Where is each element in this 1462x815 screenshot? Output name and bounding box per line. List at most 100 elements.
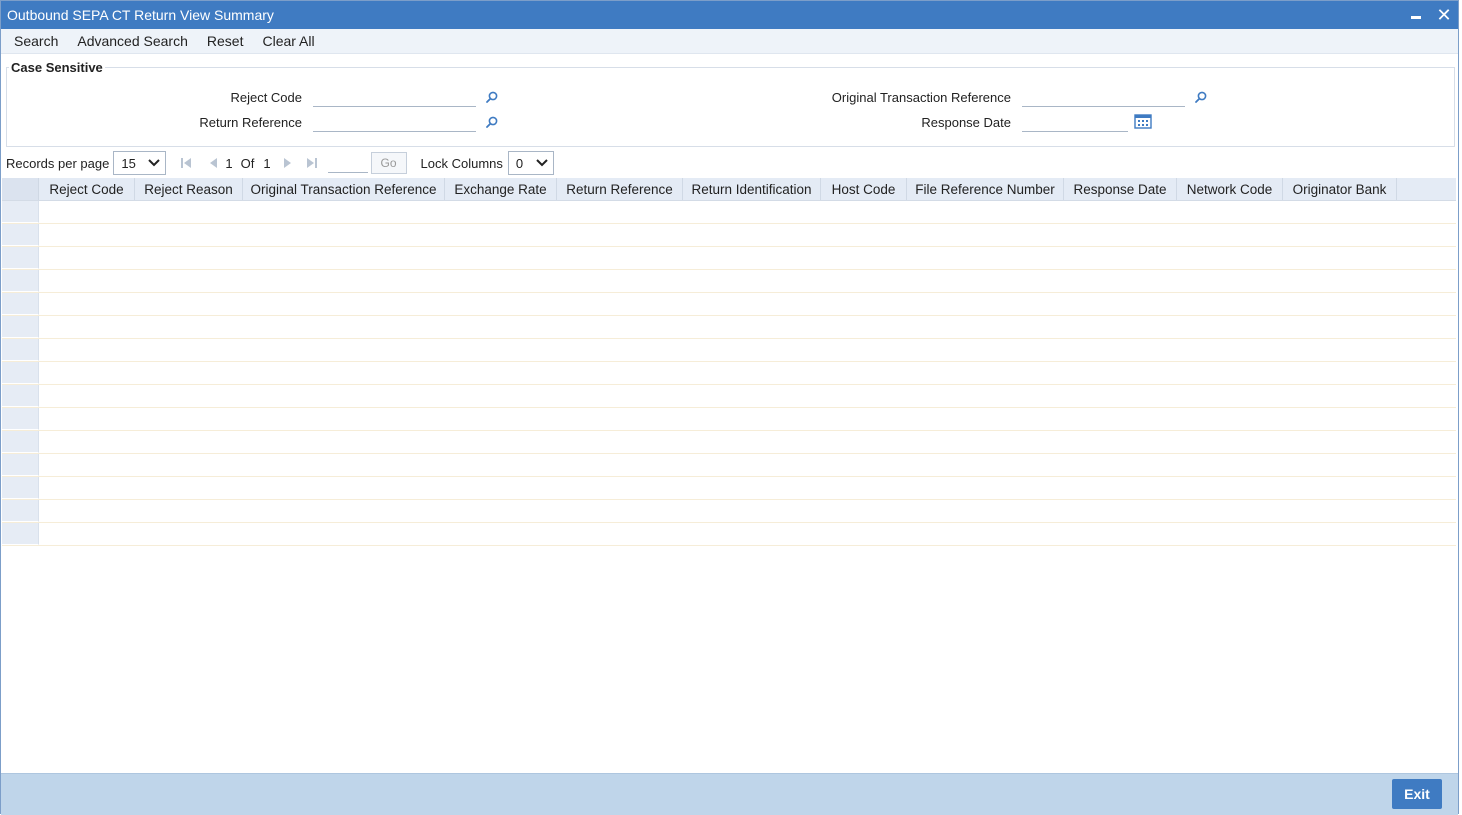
col-host-code[interactable]: Host Code — [821, 178, 907, 200]
menu-clear-all[interactable]: Clear All — [262, 33, 314, 49]
records-per-page-value: 15 — [121, 155, 136, 171]
window-title: Outbound SEPA CT Return View Summary — [7, 7, 274, 23]
row-cells — [39, 408, 1456, 430]
row-selector[interactable] — [2, 201, 39, 223]
records-per-page-label: Records per page — [6, 155, 110, 171]
row-selector[interactable] — [2, 477, 39, 499]
menu-search[interactable]: Search — [14, 33, 58, 49]
row-selector[interactable] — [2, 339, 39, 361]
lock-columns-select[interactable]: 0 — [507, 151, 554, 175]
return-reference-lov-icon[interactable] — [485, 115, 499, 129]
of-label: Of — [240, 155, 255, 171]
row-cells — [39, 362, 1456, 384]
row-cells — [39, 454, 1456, 476]
menu-reset[interactable]: Reset — [207, 33, 244, 49]
chevron-down-icon — [147, 158, 161, 168]
row-selector[interactable] — [2, 362, 39, 384]
reject-code-lov-icon[interactable] — [485, 90, 499, 104]
response-date-input[interactable] — [1022, 112, 1128, 132]
original-transaction-reference-label: Original Transaction Reference — [831, 90, 1011, 105]
row-selector[interactable] — [2, 431, 39, 453]
next-page-icon[interactable] — [283, 157, 293, 169]
grid-body — [2, 201, 1456, 546]
row-cells — [39, 385, 1456, 407]
table-row[interactable] — [2, 247, 1456, 270]
table-row[interactable] — [2, 339, 1456, 362]
close-button[interactable]: ✕ — [1430, 1, 1458, 29]
row-selector[interactable] — [2, 454, 39, 476]
grid-header: Reject Code Reject Reason Original Trans… — [2, 178, 1456, 201]
table-row[interactable] — [2, 431, 1456, 454]
exit-button[interactable]: Exit — [1392, 779, 1442, 809]
reject-code-label: Reject Code — [230, 90, 302, 105]
table-row[interactable] — [2, 408, 1456, 431]
row-cells — [39, 523, 1456, 545]
col-original-transaction-reference[interactable]: Original Transaction Reference — [243, 178, 445, 200]
records-per-page-select[interactable]: 15 — [113, 151, 167, 175]
row-selector[interactable] — [2, 247, 39, 269]
table-row[interactable] — [2, 385, 1456, 408]
row-selector[interactable] — [2, 224, 39, 246]
previous-page-icon[interactable] — [208, 157, 218, 169]
total-pages: 1 — [263, 155, 271, 171]
response-date-label: Response Date — [921, 115, 1011, 130]
table-row[interactable] — [2, 477, 1456, 500]
last-page-icon[interactable] — [306, 157, 318, 169]
row-selector[interactable] — [2, 293, 39, 315]
table-row[interactable] — [2, 293, 1456, 316]
menu-advanced-search[interactable]: Advanced Search — [77, 33, 188, 49]
lock-columns-value: 0 — [515, 155, 524, 171]
row-selector[interactable] — [2, 270, 39, 292]
current-page: 1 — [225, 155, 233, 171]
row-cells — [39, 339, 1456, 361]
row-cells — [39, 431, 1456, 453]
select-all-corner[interactable] — [2, 178, 39, 200]
col-network-code[interactable]: Network Code — [1177, 178, 1283, 200]
col-reject-reason[interactable]: Reject Reason — [135, 178, 243, 200]
row-selector[interactable] — [2, 500, 39, 522]
col-return-reference[interactable]: Return Reference — [557, 178, 683, 200]
table-row[interactable] — [2, 270, 1456, 293]
return-reference-input[interactable] — [313, 112, 476, 132]
return-reference-label: Return Reference — [199, 115, 302, 130]
table-row[interactable] — [2, 201, 1456, 224]
calendar-icon[interactable] — [1134, 113, 1152, 129]
table-row[interactable] — [2, 523, 1456, 546]
row-cells — [39, 247, 1456, 269]
row-cells — [39, 293, 1456, 315]
table-row[interactable] — [2, 224, 1456, 247]
pager-bar: Records per page 15 1 Of 1 Go Lock Colum… — [1, 151, 1458, 175]
row-selector[interactable] — [2, 408, 39, 430]
table-row[interactable] — [2, 316, 1456, 339]
minimize-icon — [1411, 15, 1421, 19]
footer-bar: Exit — [1, 773, 1458, 815]
col-exchange-rate[interactable]: Exchange Rate — [445, 178, 557, 200]
row-cells — [39, 201, 1456, 223]
original-transaction-reference-input[interactable] — [1022, 87, 1185, 107]
goto-page-input[interactable] — [327, 153, 368, 173]
close-icon: ✕ — [1436, 5, 1452, 25]
original-transaction-reference-lov-icon[interactable] — [1194, 90, 1208, 104]
first-page-icon[interactable] — [180, 157, 192, 169]
table-row[interactable] — [2, 500, 1456, 523]
col-reject-code[interactable]: Reject Code — [39, 178, 135, 200]
col-file-reference-number[interactable]: File Reference Number — [907, 178, 1064, 200]
col-return-identification[interactable]: Return Identification — [683, 178, 821, 200]
app-window: Outbound SEPA CT Return View Summary ✕ S… — [0, 0, 1459, 815]
row-cells — [39, 500, 1456, 522]
table-row[interactable] — [2, 362, 1456, 385]
chevron-down-icon — [535, 158, 549, 168]
menu-bar: Search Advanced Search Reset Clear All — [1, 29, 1458, 54]
table-row[interactable] — [2, 454, 1456, 477]
go-button[interactable]: Go — [370, 152, 407, 174]
row-selector[interactable] — [2, 385, 39, 407]
row-selector[interactable] — [2, 316, 39, 338]
col-response-date[interactable]: Response Date — [1064, 178, 1177, 200]
col-originator-bank[interactable]: Originator Bank — [1283, 178, 1397, 200]
row-cells — [39, 477, 1456, 499]
row-selector[interactable] — [2, 523, 39, 545]
reject-code-input[interactable] — [313, 87, 476, 107]
results-grid: Reject Code Reject Reason Original Trans… — [2, 178, 1456, 546]
minimize-button[interactable] — [1402, 1, 1430, 29]
row-cells — [39, 270, 1456, 292]
